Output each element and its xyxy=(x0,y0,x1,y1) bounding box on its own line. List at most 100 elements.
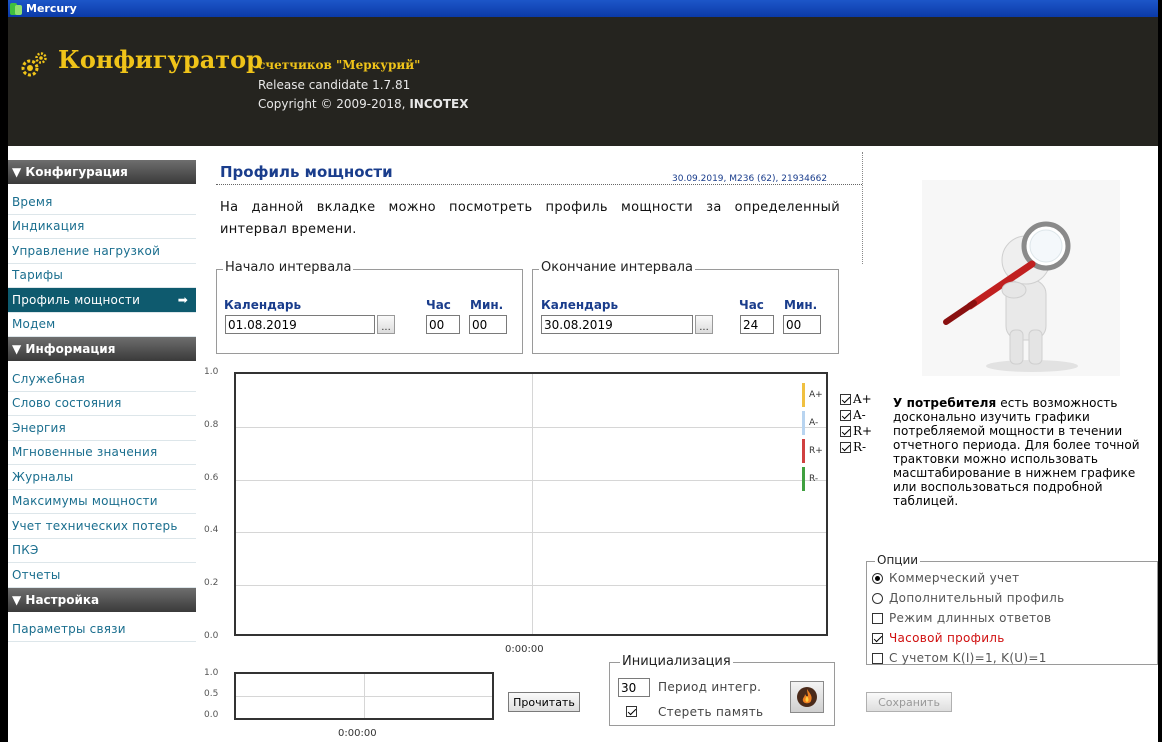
init-group: Инициализация Период интегр. Стереть пам… xyxy=(609,654,835,726)
legend-swatch xyxy=(802,383,805,407)
legend-item-Rminus[interactable]: R- xyxy=(802,466,830,492)
sidebar-item-indication[interactable]: Индикация xyxy=(8,215,196,239)
arrow-right-icon: ➡ xyxy=(177,292,188,307)
option-checkbox[interactable] xyxy=(872,612,883,624)
start-date-picker-button[interactable]: ... xyxy=(377,315,395,334)
series-toggle-Aminus[interactable]: A- xyxy=(840,408,866,422)
copyright: Copyright © 2009-2018, INCOTEX xyxy=(258,97,469,111)
series-toggle-Rplus[interactable]: R+ xyxy=(840,424,872,438)
start-min-input[interactable] xyxy=(469,315,507,334)
y-tick-label: 0.6 xyxy=(204,472,219,483)
fire-icon xyxy=(797,687,817,707)
app-header: Конфигуратор счетчиков "Меркурий" Releas… xyxy=(8,17,1158,146)
sidebar-item-service[interactable]: Служебная xyxy=(8,367,196,392)
series-checkbox-label: R- xyxy=(853,440,867,454)
y-tick-label: 0.8 xyxy=(204,419,219,430)
sidebar-item-power-maximums[interactable]: Максимумы мощности xyxy=(8,490,196,514)
option-radio[interactable] xyxy=(872,572,883,584)
option-checkbox[interactable] xyxy=(872,632,883,644)
save-button[interactable]: Сохранить xyxy=(866,692,952,712)
legend-label: R- xyxy=(809,474,819,484)
sidebar-nav: ▼ Конфигурация Время Индикация Управлени… xyxy=(8,160,196,642)
legend-label: A- xyxy=(809,418,819,428)
legend-label: R+ xyxy=(809,446,823,456)
gears-icon xyxy=(21,52,47,77)
window-titlebar[interactable]: Mercury xyxy=(8,0,1158,17)
sidebar-item-tariffs[interactable]: Тарифы xyxy=(8,264,196,288)
interval-end-group: Окончание интервала Календарь Час Мин. .… xyxy=(532,260,839,354)
option-item[interactable]: Дополнительный профиль xyxy=(872,591,1064,605)
sidebar-item-connection-params[interactable]: Параметры связи xyxy=(8,618,196,642)
series-checkbox[interactable] xyxy=(840,393,851,405)
sidebar-section-information[interactable]: ▼ Информация xyxy=(8,337,196,361)
end-hour-input[interactable] xyxy=(740,315,774,334)
option-checkbox[interactable] xyxy=(872,652,883,664)
legend-label: A+ xyxy=(809,390,823,400)
end-hour-label: Час xyxy=(739,298,764,312)
overview-plot-area[interactable] xyxy=(234,672,494,720)
magnifier-illustration xyxy=(922,180,1120,376)
mini-y-tick-label: 0.0 xyxy=(204,710,219,720)
start-min-label: Мин. xyxy=(470,298,504,312)
series-checkbox[interactable] xyxy=(840,409,851,421)
vertical-divider xyxy=(862,152,863,264)
chart-plot-area[interactable]: A+ A- R+ R- xyxy=(234,372,828,636)
option-item[interactable]: Часовой профиль xyxy=(872,631,1005,645)
start-date-input[interactable] xyxy=(225,315,375,334)
power-profile-chart[interactable]: 1.0 0.8 0.6 0.4 0.2 0.0 A+ A- R+ R- 0:00:00 xyxy=(200,366,830,666)
option-item[interactable]: Коммерческий учет xyxy=(872,571,1019,585)
series-checkbox-label: R+ xyxy=(853,424,873,438)
end-min-input[interactable] xyxy=(783,315,821,334)
option-label: Коммерческий учет xyxy=(889,571,1020,585)
y-tick-label: 1.0 xyxy=(204,367,219,377)
option-radio[interactable] xyxy=(872,592,883,604)
sidebar-item-load-control[interactable]: Управление нагрузкой xyxy=(8,239,196,264)
sidebar-item-modem[interactable]: Модем xyxy=(8,313,196,337)
sidebar-item-instant-values[interactable]: Мгновенные значения xyxy=(8,441,196,465)
legend-item-Aminus[interactable]: A- xyxy=(802,410,830,436)
sidebar-item-power-profile[interactable]: Профиль мощности ➡ xyxy=(8,288,196,313)
series-checkbox[interactable] xyxy=(840,441,851,453)
series-checkbox[interactable] xyxy=(840,425,851,437)
sidebar-item-reports[interactable]: Отчеты xyxy=(8,563,196,588)
y-tick-label: 0.0 xyxy=(204,631,219,641)
integration-period-input[interactable] xyxy=(618,678,650,697)
sidebar-item-journals[interactable]: Журналы xyxy=(8,465,196,490)
end-date-picker-button[interactable]: ... xyxy=(695,315,713,334)
init-run-button[interactable] xyxy=(790,681,824,713)
integration-period-label: Период интегр. xyxy=(658,680,762,694)
erase-memory-label: Стереть память xyxy=(658,705,764,719)
start-hour-label: Час xyxy=(426,298,451,312)
sidebar-section-configuration[interactable]: ▼ Конфигурация xyxy=(8,160,196,184)
legend-item-Aplus[interactable]: A+ xyxy=(802,382,830,408)
legend-item-Rplus[interactable]: R+ xyxy=(802,438,830,464)
option-label: Дополнительный профиль xyxy=(889,591,1065,605)
sidebar-section-settings[interactable]: ▼ Настройка xyxy=(8,587,196,612)
start-hour-input[interactable] xyxy=(426,315,460,334)
interval-start-legend: Начало интервала xyxy=(223,260,354,275)
mini-x-tick-label: 0:00:00 xyxy=(338,728,377,739)
series-toggle-Rminus[interactable]: R- xyxy=(840,440,866,454)
person-magnifier-icon xyxy=(943,221,1078,372)
series-toggle-Aplus[interactable]: A+ xyxy=(840,392,872,406)
overview-chart[interactable]: 1.0 0.5 0.0 0:00:00 xyxy=(200,668,500,740)
window-frame-right xyxy=(1158,0,1162,742)
legend-swatch xyxy=(802,411,805,435)
sidebar-item-tech-losses[interactable]: Учет технических потерь xyxy=(8,514,196,539)
mini-y-tick-label: 1.0 xyxy=(204,668,219,678)
sidebar-item-energy[interactable]: Энергия xyxy=(8,416,196,441)
sidebar-item-status-word[interactable]: Слово состояния xyxy=(8,392,196,416)
erase-memory-checkbox[interactable] xyxy=(626,706,637,717)
y-gridline xyxy=(236,479,826,481)
read-button[interactable]: Прочитать xyxy=(508,692,580,712)
legend-swatch xyxy=(802,439,805,463)
option-item[interactable]: С учетом K(I)=1, K(U)=1 xyxy=(872,651,1047,665)
y-gridline xyxy=(236,532,826,534)
sidebar-item-time[interactable]: Время xyxy=(8,190,196,215)
end-date-input[interactable] xyxy=(541,315,693,334)
option-item[interactable]: Режим длинных ответов xyxy=(872,611,1051,625)
options-legend: Опции xyxy=(875,553,921,567)
end-min-label: Мин. xyxy=(784,298,818,312)
sidebar-item-pqe[interactable]: ПКЭ xyxy=(8,539,196,563)
end-calendar-label: Календарь xyxy=(541,298,619,312)
